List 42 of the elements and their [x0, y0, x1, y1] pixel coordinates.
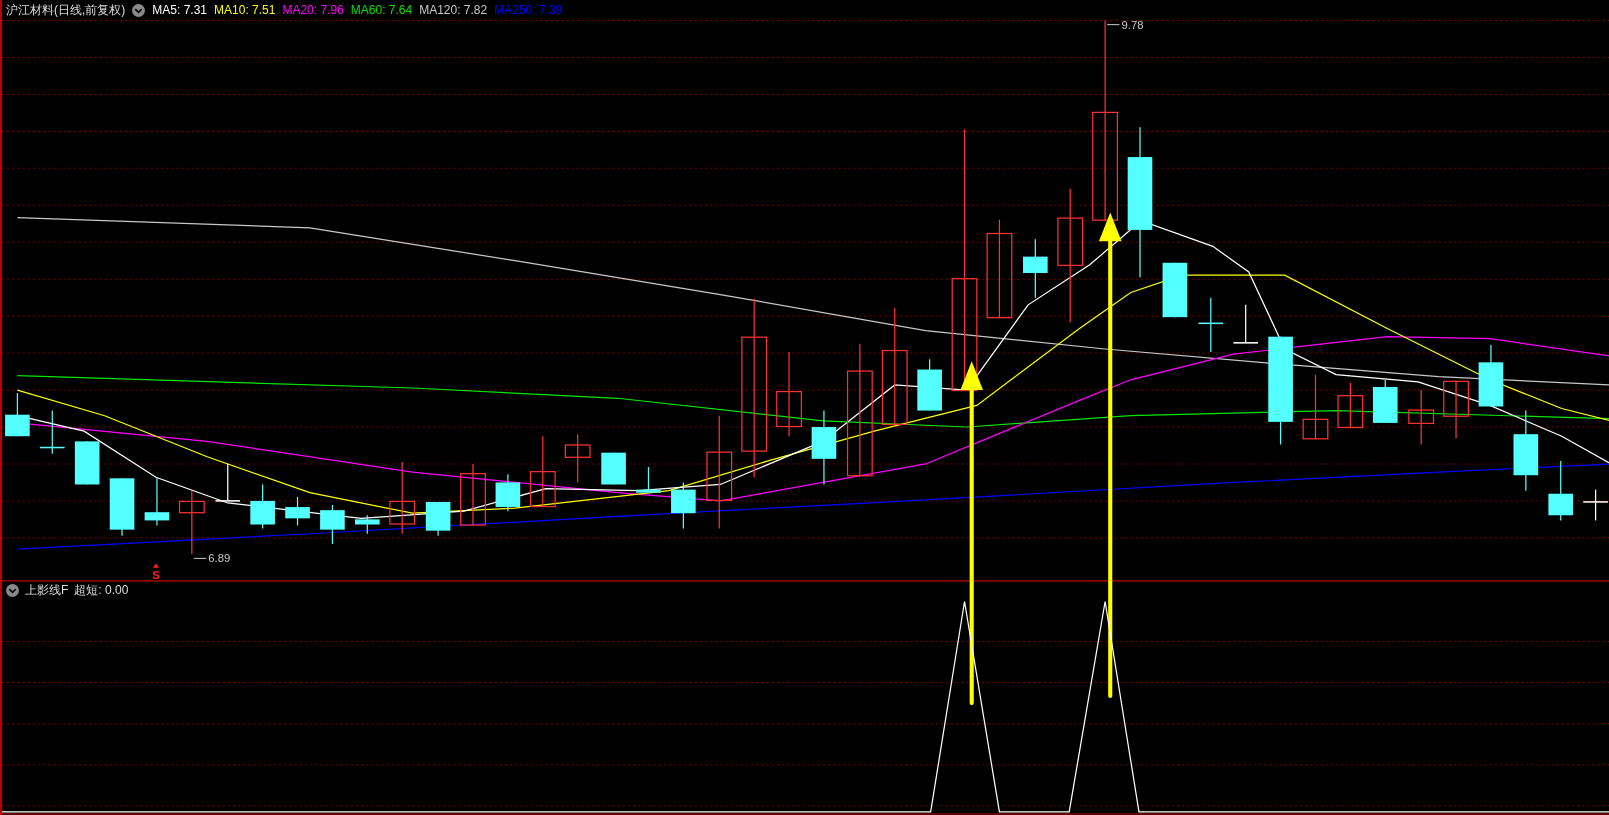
candlestick — [1302, 374, 1329, 440]
candlestick — [1337, 382, 1364, 429]
candlestick — [320, 504, 345, 545]
candlestick — [601, 452, 626, 486]
candlestick — [74, 440, 100, 486]
candlestick — [1548, 460, 1574, 522]
moving-average-label: MA250: 7.39 — [494, 2, 563, 18]
chart-title: 沪江材料(日线,前复权) — [6, 2, 126, 18]
candlestick — [1582, 489, 1609, 522]
moving-average-label: MA10: 7.51 — [214, 2, 276, 18]
moving-average-label: MA5: 7.31 — [152, 2, 208, 18]
candlestick — [495, 473, 521, 512]
candlestick — [1197, 297, 1224, 353]
candlestick — [1162, 262, 1188, 318]
indicator-reading: 超短: 0.00 — [74, 582, 129, 598]
candlestick — [1443, 380, 1469, 439]
candlestick — [1408, 389, 1435, 446]
candlestick — [671, 481, 696, 530]
candlestick — [1478, 344, 1504, 408]
candlestick — [250, 483, 275, 530]
moving-average-label: MA20: 7.96 — [282, 2, 344, 18]
candlestick — [917, 358, 942, 412]
candlestick — [564, 433, 591, 484]
moving-average-label: MA120: 7.82 — [419, 2, 488, 18]
candlestick — [355, 514, 380, 535]
moving-average-label: MA60: 7.64 — [350, 2, 413, 18]
candlestick — [285, 496, 310, 527]
candlestick — [5, 392, 30, 437]
candlestick — [1023, 238, 1048, 299]
candlestick — [39, 409, 66, 455]
candlestick — [109, 477, 135, 537]
indicator-name: 上影线F — [25, 582, 69, 598]
candlestick — [144, 477, 170, 527]
candlestick — [425, 501, 451, 537]
candlestick — [636, 466, 661, 494]
chevron-down-icon[interactable] — [132, 3, 146, 17]
chevron-down-icon[interactable] — [6, 583, 19, 597]
candlestick — [1232, 304, 1259, 344]
candlestick — [460, 463, 486, 527]
candlestick — [178, 490, 205, 555]
candlestick — [214, 463, 241, 502]
candlestick — [1372, 379, 1398, 424]
